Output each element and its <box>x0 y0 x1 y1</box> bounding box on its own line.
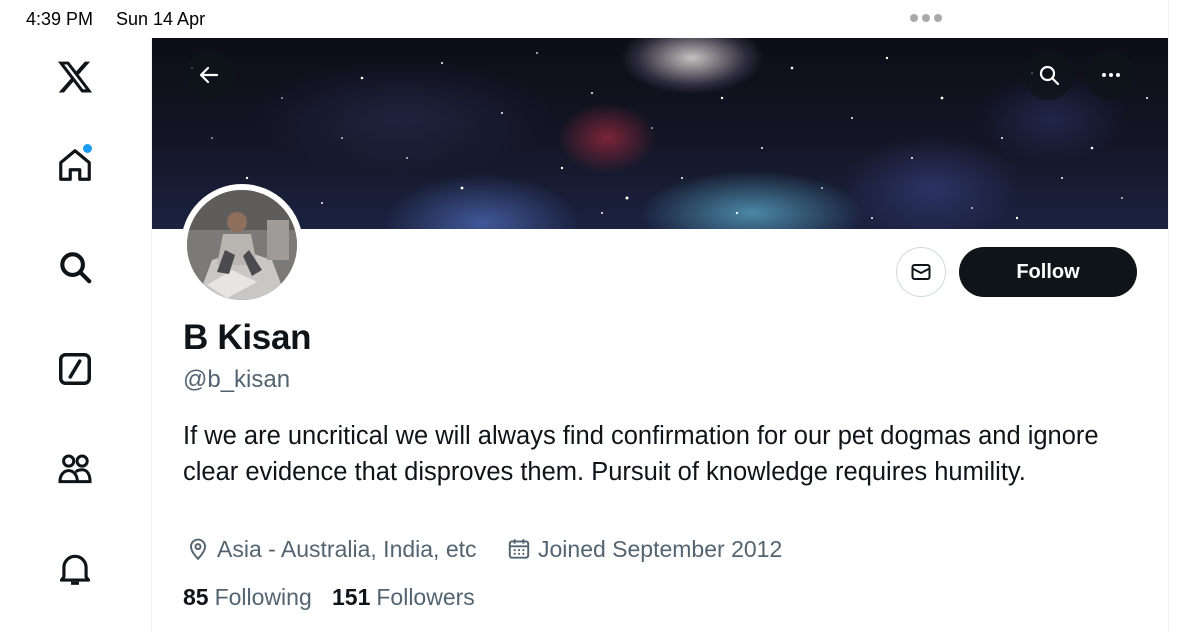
avatar[interactable] <box>181 184 303 306</box>
location-text: Asia - Australia, India, etc <box>217 535 477 562</box>
grok-icon[interactable] <box>50 344 100 394</box>
followers-label: Followers <box>376 583 475 610</box>
more-dots-icon <box>1102 73 1120 77</box>
joined-item: Joined September 2012 <box>506 534 782 564</box>
status-date: Sun 14 Apr <box>116 9 206 29</box>
status-bar: 4:39 PM Sun 14 Apr <box>0 0 1200 38</box>
profile-bio: If we are uncritical we will always find… <box>183 422 1099 486</box>
column-divider <box>1168 0 1169 632</box>
calendar-icon <box>508 539 530 559</box>
joined-text: Joined September 2012 <box>538 535 783 562</box>
x-logo-icon[interactable] <box>50 52 100 102</box>
header-search-button[interactable] <box>1024 50 1074 100</box>
message-button[interactable] <box>896 247 946 297</box>
avatar-photo <box>187 190 297 300</box>
sidebar-nav <box>0 38 151 632</box>
follow-button[interactable]: Follow <box>959 247 1137 297</box>
notification-dot <box>83 144 92 153</box>
communities-icon[interactable] <box>50 444 100 494</box>
followers-link[interactable]: 151 Followers <box>332 582 475 612</box>
search-icon <box>1039 65 1060 86</box>
user-handle: @b_kisan <box>183 366 291 393</box>
following-link[interactable]: 85 Following <box>183 582 312 612</box>
following-count: 85 <box>183 583 209 610</box>
banner-starfield <box>191 52 1148 220</box>
followers-count: 151 <box>332 583 371 610</box>
location-item: Asia - Australia, India, etc <box>185 534 477 564</box>
back-button[interactable] <box>184 50 234 100</box>
status-time: 4:39 PM <box>26 9 94 29</box>
search-icon[interactable] <box>50 242 100 292</box>
multitasking-dots-icon[interactable] <box>910 14 942 22</box>
display-name: B Kisan <box>183 318 312 357</box>
notifications-bell-icon[interactable] <box>50 544 100 594</box>
envelope-icon <box>911 264 931 280</box>
arrow-left-icon <box>199 66 219 84</box>
more-options-button[interactable] <box>1086 50 1136 100</box>
profile-banner[interactable] <box>152 38 1168 229</box>
location-pin-icon <box>189 538 207 561</box>
home-icon[interactable] <box>50 140 100 190</box>
following-label: Following <box>214 583 312 610</box>
